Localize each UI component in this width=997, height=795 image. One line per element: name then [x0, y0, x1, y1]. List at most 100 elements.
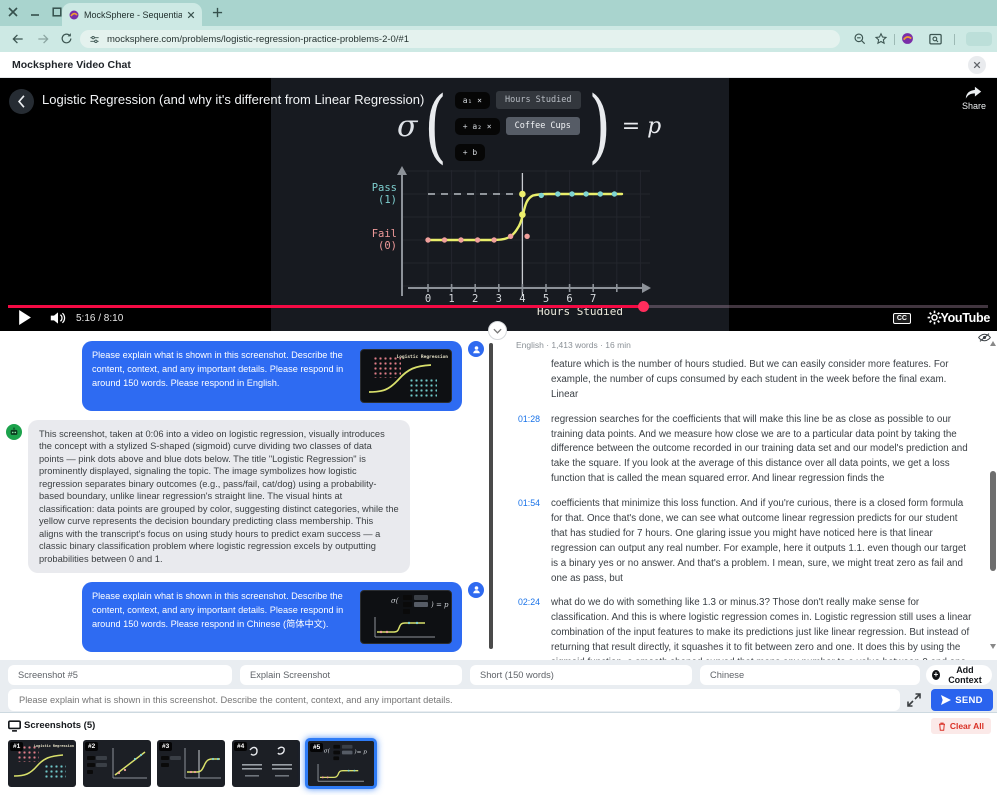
- mini-frame-graphic: σ( ) = p: [361, 591, 452, 644]
- screenshot-thumb-4[interactable]: #4: [232, 740, 300, 787]
- video-player[interactable]: Logistic Regression (and why it's differ…: [0, 78, 997, 331]
- add-context-button[interactable]: + Add Context: [926, 665, 992, 685]
- feature-coffee-cups: Coffee Cups: [506, 117, 580, 135]
- mini-sigmoid-curve: [14, 755, 63, 776]
- equals-p: = p: [622, 114, 662, 139]
- svg-text:(0): (0): [378, 240, 397, 252]
- window-close-icon[interactable]: [8, 7, 18, 17]
- timestamp[interactable]: 01:54: [510, 497, 540, 586]
- app-header: Mocksphere Video Chat: [0, 52, 997, 78]
- browser-toolbar: mocksphere.com/problems/logistic-regress…: [0, 26, 997, 52]
- svg-text:(1): (1): [378, 194, 397, 206]
- captions-button[interactable]: CC: [893, 313, 911, 324]
- screenshots-icon: [8, 720, 21, 732]
- open-paren: (: [425, 82, 447, 170]
- youtube-logo[interactable]: YouTube: [940, 311, 990, 325]
- sigmoid-chart: Pass (1) Fail (0) 0 1 2 3 4 5 6 7 Hours …: [340, 165, 670, 317]
- message-input[interactable]: [8, 689, 900, 711]
- plus-icon: +: [932, 670, 940, 680]
- expand-icon[interactable]: [907, 693, 921, 707]
- thumb-caption: Logistic Regression: [34, 744, 74, 748]
- transcript-meta: English · 1,413 words · 16 min: [516, 340, 978, 350]
- feature-hours-studied: Hours Studied: [496, 91, 581, 109]
- chat-scrollbar[interactable]: [489, 343, 493, 649]
- user-avatar: [468, 582, 484, 598]
- message-text: Please explain what is shown in this scr…: [92, 590, 351, 644]
- robot-icon: [9, 427, 19, 437]
- svg-text:σ(: σ(: [391, 597, 399, 605]
- share-label: Share: [962, 101, 986, 111]
- play-icon[interactable]: [18, 310, 31, 325]
- coef-a2: + a₂ ×: [455, 118, 500, 135]
- volume-icon[interactable]: [50, 311, 66, 325]
- scroll-down-arrow[interactable]: [990, 644, 996, 649]
- browser-tab-strip: MockSphere - Sequentia: [0, 0, 997, 26]
- transcript-entry: 02:24 what do we do with something like …: [510, 596, 972, 660]
- share-button[interactable]: Share: [962, 86, 986, 111]
- zoom-out-icon[interactable]: [853, 32, 867, 46]
- new-tab-icon[interactable]: [212, 7, 223, 18]
- side-panel-search-icon[interactable]: [928, 32, 943, 47]
- tab-title: MockSphere - Sequentia: [84, 10, 182, 20]
- screenshot-thumb-5-selected[interactable]: #5 σ( )= p: [305, 738, 377, 789]
- svg-text:σ(: σ(: [324, 747, 331, 754]
- send-plane-icon: [941, 695, 951, 705]
- profile-chip[interactable]: [966, 32, 992, 46]
- url-text: mocksphere.com/problems/logistic-regress…: [107, 34, 409, 45]
- timestamp[interactable]: [510, 358, 540, 403]
- chat-message-user: Please explain what is shown in this scr…: [6, 582, 486, 652]
- formula-terms: a₁ × Hours Studied + a₂ × Coffee Cups + …: [455, 90, 581, 163]
- reload-icon[interactable]: [60, 32, 73, 45]
- mini-sigmoid-curve: [369, 365, 431, 392]
- site-info-icon[interactable]: [89, 34, 100, 45]
- person-icon: [472, 585, 481, 594]
- transcript-scrollbar[interactable]: [989, 341, 997, 649]
- screenshot-thumb-3[interactable]: #3: [157, 740, 225, 787]
- tab-close-icon[interactable]: [187, 11, 195, 19]
- thumb-caption: Logistic Regression: [397, 355, 448, 360]
- composer-bar: + Add Context SEND: [0, 660, 997, 712]
- person-icon: [472, 345, 481, 354]
- clear-all-button[interactable]: Clear All: [931, 718, 991, 734]
- screenshot-thumb-2[interactable]: #2: [83, 740, 151, 787]
- assistant-avatar: [6, 424, 22, 440]
- screenshot-ref-field[interactable]: [8, 665, 232, 685]
- send-button[interactable]: SEND: [931, 689, 993, 711]
- share-icon: [965, 86, 982, 100]
- mocksphere-favicon: [69, 10, 79, 20]
- user-avatar: [468, 341, 484, 357]
- svg-text:) = p: ) = p: [430, 601, 449, 609]
- url-bar[interactable]: mocksphere.com/problems/logistic-regress…: [80, 30, 840, 48]
- window-maximize-icon[interactable]: [52, 7, 62, 17]
- transcript-entry: 01:54 coefficients that minimize this lo…: [510, 497, 972, 586]
- back-icon[interactable]: [11, 32, 25, 46]
- timestamp[interactable]: 01:28: [510, 413, 540, 487]
- chevron-down-icon: [493, 328, 502, 334]
- window-minimize-icon[interactable]: [30, 7, 40, 17]
- panel-close-button[interactable]: [968, 56, 986, 74]
- screenshots-panel: Screenshots (5) Clear All #1 Logistic Re…: [0, 712, 997, 795]
- close-paren: ): [588, 82, 610, 170]
- transcript-panel: English · 1,413 words · 16 min feature w…: [500, 337, 978, 660]
- fail-label: Fail: [372, 228, 397, 240]
- coef-a1: a₁ ×: [455, 92, 490, 109]
- close-icon: [973, 61, 981, 69]
- chat-message-assistant: This screenshot, taken at 0:06 into a vi…: [6, 420, 486, 573]
- browser-window: MockSphere - Sequentia mocksphere.com/pr…: [0, 0, 997, 795]
- scrollbar-thumb[interactable]: [990, 471, 996, 571]
- forward-icon[interactable]: [36, 32, 50, 46]
- timestamp[interactable]: 02:24: [510, 596, 540, 660]
- task-field[interactable]: [240, 665, 462, 685]
- window-controls: [8, 7, 62, 17]
- video-back-button[interactable]: [9, 89, 34, 114]
- svg-text:)= p: )= p: [353, 748, 367, 755]
- main-content: Please explain what is shown in this scr…: [0, 331, 997, 660]
- extension-badge-icon[interactable]: [901, 32, 914, 45]
- scroll-up-arrow[interactable]: [990, 341, 996, 346]
- screenshot-thumb-1[interactable]: #1 Logistic Regression: [8, 740, 76, 787]
- bookmark-star-icon[interactable]: [874, 32, 888, 46]
- language-field[interactable]: [700, 665, 920, 685]
- transcript-entry: feature which is the number of hours stu…: [510, 358, 972, 403]
- length-field[interactable]: [470, 665, 692, 685]
- browser-tab[interactable]: MockSphere - Sequentia: [62, 3, 202, 26]
